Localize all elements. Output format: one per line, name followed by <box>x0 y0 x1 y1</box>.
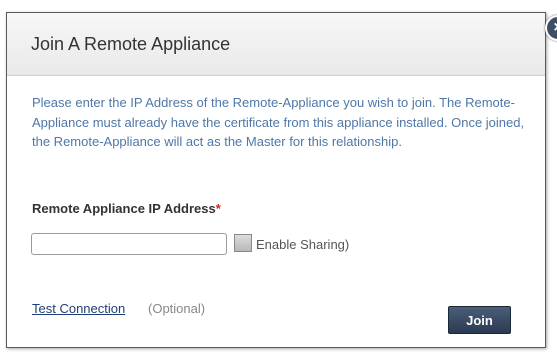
dialog-description: Please enter the IP Address of the Remot… <box>32 95 525 149</box>
ip-address-input[interactable] <box>31 233 227 255</box>
enable-sharing-label[interactable]: Enable Sharing) <box>256 237 349 252</box>
ip-address-label: Remote Appliance IP Address* <box>32 201 221 216</box>
required-marker: * <box>215 201 221 216</box>
join-button[interactable]: Join <box>448 306 511 334</box>
dialog-title: Join A Remote Appliance <box>31 34 231 54</box>
test-connection-link[interactable]: Test Connection <box>32 301 125 316</box>
optional-hint: (Optional) <box>148 301 206 316</box>
close-icon[interactable]: × <box>545 15 557 41</box>
ip-address-label-text: Remote Appliance IP Address <box>32 201 216 216</box>
enable-sharing-checkbox[interactable] <box>234 234 252 252</box>
join-remote-appliance-dialog: Join A Remote Appliance Please enter the… <box>6 12 557 348</box>
dialog-header: Join A Remote Appliance <box>7 13 545 76</box>
